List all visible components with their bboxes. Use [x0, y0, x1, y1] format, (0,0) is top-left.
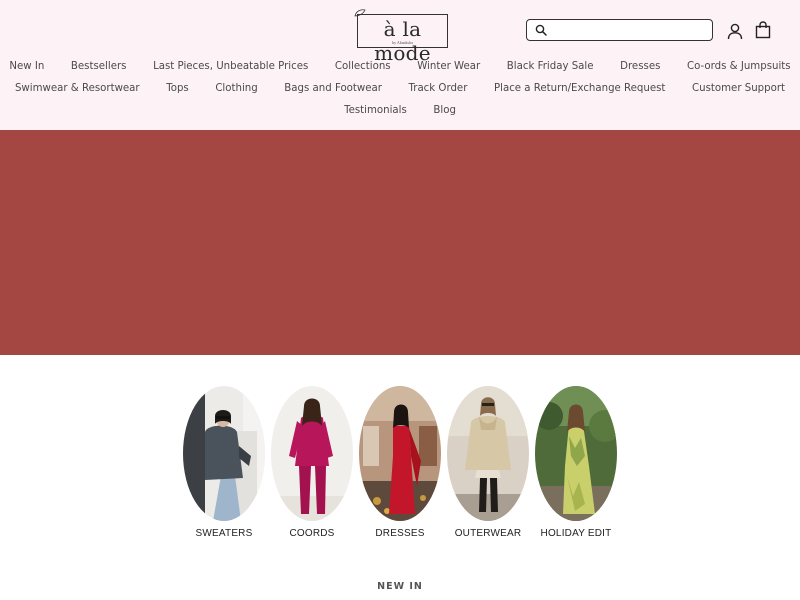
nav-item-new-in[interactable]: New In — [9, 60, 44, 74]
collection-label-coords[interactable]: COORDS — [289, 528, 334, 539]
nav-item-winter-wear[interactable]: Winter Wear — [417, 60, 480, 74]
nav-item-track-order[interactable]: Track Order — [409, 82, 468, 96]
new-in-section-title: NEW IN — [377, 581, 423, 592]
nav-item-testimonials[interactable]: Testimonials — [344, 104, 407, 118]
main-nav-row-2: Swimwear & Resortwear Tops Clothing Bags… — [0, 82, 800, 96]
nav-item-swimwear[interactable]: Swimwear & Resortwear — [15, 82, 140, 96]
collection-image-holiday-edit[interactable] — [535, 386, 617, 521]
logo-subtext: by Akanksha — [392, 40, 413, 45]
brand-logo[interactable]: à la mode by Akanksha — [354, 9, 448, 65]
nav-item-customer-support[interactable]: Customer Support — [692, 82, 785, 96]
nav-item-bags-footwear[interactable]: Bags and Footwear — [284, 82, 382, 96]
cart-icon[interactable] — [755, 21, 771, 39]
account-icon[interactable] — [727, 23, 743, 40]
nav-item-tops[interactable]: Tops — [166, 82, 189, 96]
collection-carousel: SWEATERS COORDS DRESSES OUTERWEAR HOLIDA… — [0, 386, 800, 539]
nav-item-collections[interactable]: Collections — [335, 60, 391, 74]
nav-item-coords-jumpsuits[interactable]: Co-ords & Jumpsuits — [687, 60, 791, 74]
collection-coords[interactable]: COORDS — [271, 386, 353, 539]
search-input[interactable] — [551, 22, 707, 38]
collection-dresses[interactable]: DRESSES — [359, 386, 441, 539]
collection-image-dresses[interactable] — [359, 386, 441, 521]
nav-item-blog[interactable]: Blog — [433, 104, 456, 118]
search-icon[interactable] — [535, 24, 547, 36]
nav-item-return-exchange[interactable]: Place a Return/Exchange Request — [494, 82, 665, 96]
collection-label-outerwear[interactable]: OUTERWEAR — [455, 528, 522, 539]
collection-outerwear[interactable]: OUTERWEAR — [447, 386, 529, 539]
nav-item-bestsellers[interactable]: Bestsellers — [71, 60, 127, 74]
collection-image-coords[interactable] — [271, 386, 353, 521]
collection-holiday-edit[interactable]: HOLIDAY EDIT — [535, 386, 617, 539]
nav-item-black-friday-sale[interactable]: Black Friday Sale — [507, 60, 594, 74]
nav-item-clothing[interactable]: Clothing — [215, 82, 257, 96]
collection-label-sweaters[interactable]: SWEATERS — [196, 528, 253, 539]
nav-item-last-pieces[interactable]: Last Pieces, Unbeatable Prices — [153, 60, 308, 74]
nav-item-dresses[interactable]: Dresses — [620, 60, 660, 74]
site-header: à la mode by Akanksha New In Bestsellers… — [0, 0, 800, 130]
collection-label-holiday-edit[interactable]: HOLIDAY EDIT — [541, 528, 612, 539]
collection-sweaters[interactable]: SWEATERS — [183, 386, 265, 539]
collection-image-sweaters[interactable] — [183, 386, 265, 521]
main-nav-row-1: New In Bestsellers Last Pieces, Unbeatab… — [0, 60, 800, 74]
collection-image-outerwear[interactable] — [447, 386, 529, 521]
collection-label-dresses[interactable]: DRESSES — [375, 528, 424, 539]
main-nav-row-3: Testimonials Blog — [0, 104, 800, 118]
search-bar[interactable] — [526, 19, 713, 41]
hero-banner[interactable] — [0, 130, 800, 355]
